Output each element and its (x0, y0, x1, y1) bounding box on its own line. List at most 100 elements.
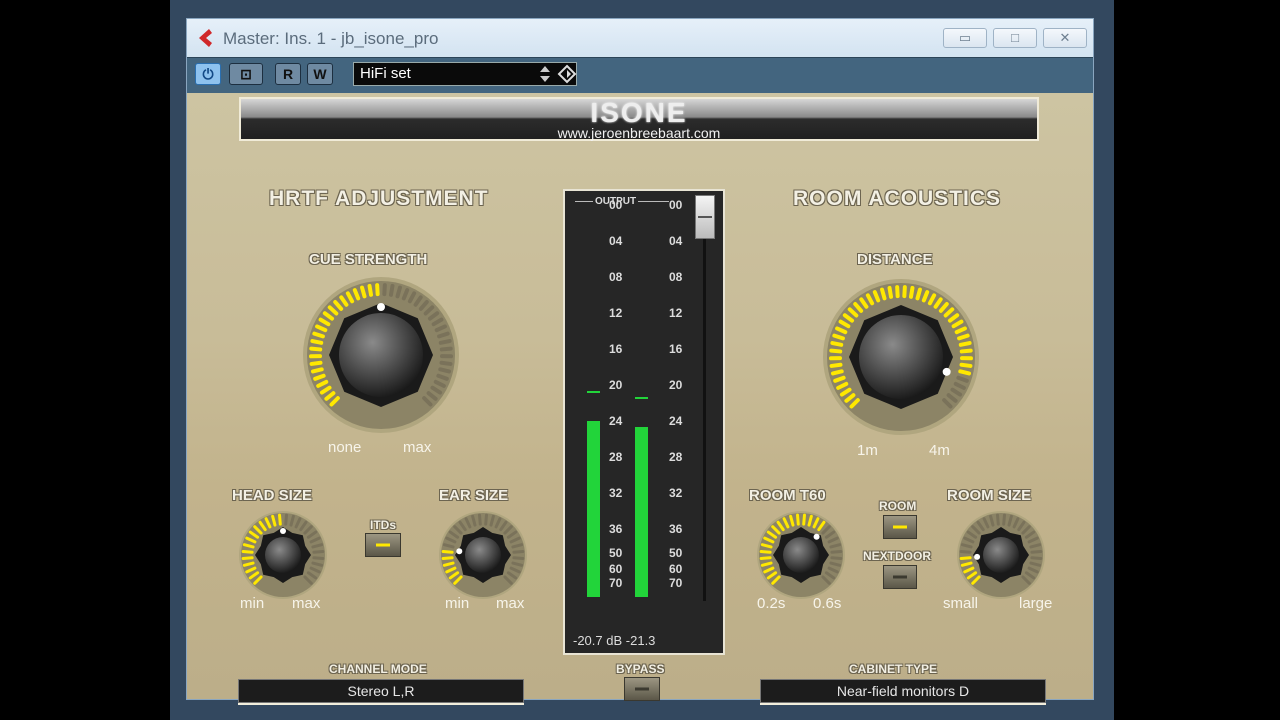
head-size-max: max (292, 595, 321, 612)
meter-scale-tick: 04 (609, 234, 623, 248)
minimize-button[interactable]: ▭ (943, 28, 987, 48)
knob-cap (983, 537, 1019, 573)
itds-button[interactable] (365, 533, 401, 557)
head-size-min: min (240, 595, 265, 612)
power-button[interactable]: ⏻ (195, 63, 221, 85)
knob-cap (265, 537, 301, 573)
knob-led-segment (439, 360, 453, 366)
itds-led (376, 543, 390, 547)
meter-scale-tick: 00 (669, 198, 683, 212)
minimize-icon: ▭ (958, 30, 972, 45)
knob-led-segment (395, 285, 402, 299)
knob-led-segment (512, 550, 525, 554)
nextdoor-led (893, 575, 907, 579)
close-button[interactable]: ✕ (1043, 28, 1087, 48)
maximize-button[interactable]: □ (993, 28, 1037, 48)
meter-scale-tick: 50 (609, 546, 623, 560)
knob-led-segment (312, 550, 325, 554)
knob-led-segment (310, 367, 324, 374)
power-icon: ⏻ (202, 66, 214, 82)
window-title: Master: Ins. 1 - jb_isone_pro (223, 29, 439, 48)
knob-led-segment (796, 513, 800, 526)
knob-led-segment (441, 550, 454, 554)
knob-led-segment (887, 285, 894, 299)
knob-led-segment (829, 348, 843, 354)
knob-led-segment (309, 346, 323, 352)
knob-pointer (813, 533, 820, 540)
knob-led-segment (830, 341, 844, 347)
compare-button[interactable]: ⊡ (229, 63, 263, 85)
cue-strength-min: none (328, 439, 362, 456)
room-t60-knob[interactable] (753, 507, 849, 603)
fader-handle-line (698, 216, 712, 218)
meter-scale-tick: 24 (609, 414, 623, 428)
knob-led-segment (957, 333, 970, 341)
knob-led-segment (959, 556, 972, 560)
cue-strength-label: CUE STRENGTH (309, 251, 428, 268)
knob-cap (783, 537, 819, 573)
knob-cap (339, 313, 423, 397)
preset-updown-icon[interactable] (537, 64, 553, 84)
ear-size-label: EAR SIZE (439, 487, 509, 504)
knob-led-segment (958, 341, 972, 347)
knob-led-segment (959, 348, 973, 354)
preset-browser-icon[interactable] (557, 64, 577, 84)
room-t60-min: 0.2s (757, 595, 786, 612)
meter-scale-tick: 12 (669, 306, 683, 320)
bypass-button[interactable] (624, 677, 660, 701)
knob-led-segment (438, 367, 452, 374)
knob-led-segment (1002, 513, 1006, 526)
plugin-url[interactable]: www.jeroenbreebaart.com (241, 125, 1037, 141)
knob-led-segment (438, 339, 452, 345)
knob-pointer (280, 528, 286, 534)
write-automation-button[interactable]: W (307, 63, 333, 85)
plugin-toolbar: ⏻ ⊡ R W HiFi set (187, 57, 1093, 94)
distance-max: 4m (929, 442, 950, 459)
meter-peak-right (635, 396, 648, 399)
knob-led-segment (241, 550, 254, 554)
channel-mode-dropdown[interactable]: Stereo L,R (238, 679, 524, 703)
meter-bar-right (635, 426, 648, 597)
meter-peak-left (587, 391, 600, 394)
head-size-knob[interactable] (235, 507, 331, 603)
nextdoor-button[interactable] (883, 565, 917, 589)
knob-led-segment (284, 513, 288, 526)
output-fader-handle[interactable] (695, 195, 715, 239)
room-t60-max: 0.6s (813, 595, 842, 612)
knob-led-segment (312, 331, 325, 339)
title-bar[interactable]: Master: Ins. 1 - jb_isone_pro ▭ □ ✕ (187, 19, 1093, 57)
knob-led-segment (959, 362, 973, 368)
meter-scale-tick: 60 (669, 562, 683, 576)
ear-size-knob[interactable] (435, 507, 531, 603)
cue-strength-knob[interactable] (299, 273, 463, 437)
knob-led-segment (802, 513, 806, 526)
ear-size-max: max (496, 595, 525, 612)
knob-led-segment (441, 556, 454, 560)
meter-scale-tick: 70 (609, 576, 623, 590)
knob-led-segment (478, 513, 482, 526)
meter-scale-tick: 04 (669, 234, 683, 248)
distance-label: DISTANCE (857, 251, 933, 268)
readout-left: -20.7 dB (573, 633, 623, 648)
room-size-knob[interactable] (953, 507, 1049, 603)
knob-led-segment (915, 287, 922, 301)
nextdoor-button-label: NEXTDOOR (863, 549, 932, 563)
distance-knob[interactable] (819, 275, 983, 439)
knob-pointer (942, 367, 951, 376)
meter-scale-tick: 20 (669, 378, 683, 392)
meter-scale-tick: 08 (609, 270, 623, 284)
room-size-max: large (1019, 595, 1053, 612)
read-automation-button[interactable]: R (275, 63, 301, 85)
room-button[interactable] (883, 515, 917, 539)
knob-led-segment (759, 550, 772, 554)
cabinet-type-dropdown[interactable]: Near-field monitors D (760, 679, 1046, 703)
plugin-header: ISONE www.jeroenbreebaart.com (239, 97, 1039, 141)
room-button-label: ROOM (879, 499, 917, 513)
hrtf-section-title: HRTF ADJUSTMENT (269, 187, 489, 210)
meter-scale-tick: 32 (609, 486, 623, 500)
knob-led-segment (880, 287, 887, 301)
isone-plugin-panel: ISONE www.jeroenbreebaart.com HRTF ADJUS… (187, 93, 1093, 703)
knob-led-segment (241, 556, 254, 560)
knob-cap (859, 315, 943, 399)
knob-led-segment (278, 513, 282, 526)
